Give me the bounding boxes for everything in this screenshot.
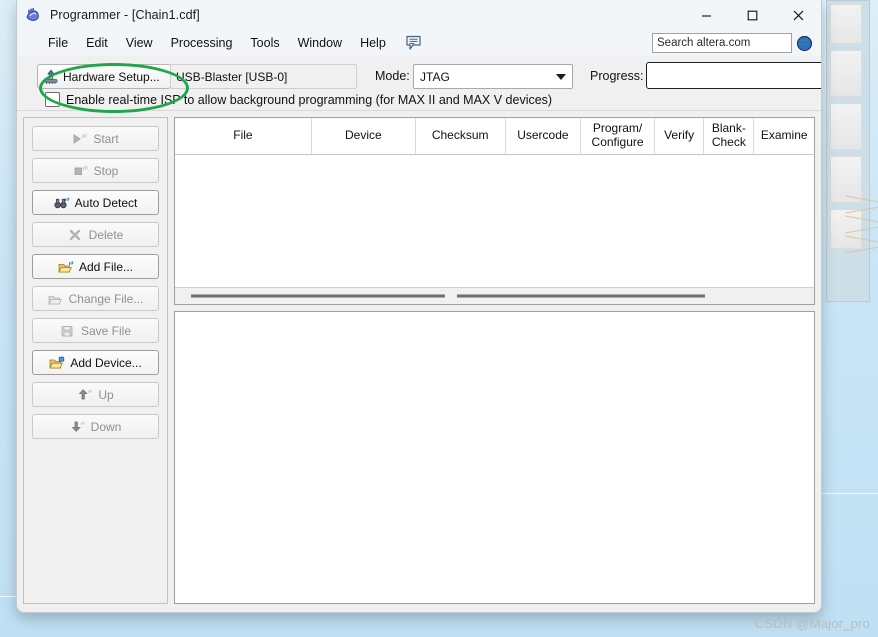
menu-item-view[interactable]: View: [117, 34, 162, 52]
change-file-label: Change File...: [68, 291, 144, 306]
realtime-isp-checkbox[interactable]: [45, 92, 60, 107]
add-file-icon: [58, 260, 74, 274]
column-header-examine[interactable]: Examine: [754, 118, 814, 154]
device-chain-table: File Device Checksum Usercode Program/ C…: [174, 117, 815, 305]
stop-button[interactable]: Stop: [32, 158, 159, 183]
background-panel: [830, 4, 862, 44]
stop-icon: [73, 164, 89, 178]
binoculars-icon: [54, 196, 70, 210]
background-panel: [830, 103, 862, 150]
delete-button[interactable]: Delete: [32, 222, 159, 247]
save-file-button[interactable]: Save File: [32, 318, 159, 343]
maximize-icon: [747, 10, 757, 20]
background-divider: [822, 493, 878, 494]
background-window: [826, 0, 870, 302]
search-input[interactable]: [652, 33, 792, 53]
hardware-setup-label: Hardware Setup...: [63, 69, 160, 84]
save-file-label: Save File: [80, 323, 132, 338]
message-log-panel[interactable]: [174, 311, 815, 604]
mode-dropdown[interactable]: JTAG: [413, 64, 573, 89]
hardware-device-icon: [43, 69, 59, 85]
mode-selected-value: JTAG: [420, 69, 450, 84]
window-controls: [683, 0, 821, 30]
hardware-value-field[interactable]: USB-Blaster [USB-0]: [170, 64, 357, 89]
maximize-button[interactable]: [729, 0, 775, 30]
add-device-icon: [49, 356, 65, 370]
window-body: Start Stop Auto Detect Delete Add File..…: [17, 111, 821, 612]
globe-icon[interactable]: [796, 35, 813, 52]
programmer-window: Programmer - [Chain1.cdf] File Edit View…: [16, 0, 822, 613]
arrow-up-icon: [77, 388, 93, 402]
arrow-down-icon: [70, 420, 86, 434]
column-header-blank-check[interactable]: Blank- Check: [704, 118, 755, 154]
speech-bubble-icon[interactable]: [405, 35, 423, 51]
column-header-checksum[interactable]: Checksum: [416, 118, 506, 154]
desktop-root: Programmer - [Chain1.cdf] File Edit View…: [0, 0, 878, 637]
hardware-toolbar: Hardware Setup... USB-Blaster [USB-0] Mo…: [17, 56, 821, 111]
save-disk-icon: [60, 324, 76, 338]
mode-label: Mode:: [375, 69, 410, 83]
background-divider: [0, 596, 16, 597]
add-file-button[interactable]: Add File...: [32, 254, 159, 279]
realtime-isp-row[interactable]: Enable real-time ISP to allow background…: [45, 92, 552, 107]
background-panel: [830, 50, 862, 97]
auto-detect-button[interactable]: Auto Detect: [32, 190, 159, 215]
progress-label: Progress:: [590, 69, 644, 83]
menu-item-help[interactable]: Help: [351, 34, 395, 52]
column-header-file[interactable]: File: [175, 118, 312, 154]
title-bar: Programmer - [Chain1.cdf]: [17, 0, 821, 30]
delete-x-icon: [68, 228, 84, 242]
hardware-setup-button[interactable]: Hardware Setup...: [37, 64, 171, 89]
scrollbar-segment-right: [457, 294, 705, 298]
window-title: Programmer - [Chain1.cdf]: [50, 8, 200, 22]
add-file-label: Add File...: [78, 259, 134, 274]
chevron-down-icon: [556, 73, 566, 80]
menu-item-window[interactable]: Window: [289, 34, 351, 52]
progress-bar: [646, 62, 821, 89]
move-down-label: Down: [90, 419, 122, 434]
stop-label: Stop: [93, 163, 119, 178]
change-file-button[interactable]: Change File...: [32, 286, 159, 311]
column-header-program-configure[interactable]: Program/ Configure: [581, 118, 655, 154]
background-hatch-lines: [845, 195, 878, 255]
minimize-icon: [701, 14, 711, 17]
scrollbar-segment-left: [191, 294, 445, 298]
menu-item-file[interactable]: File: [39, 34, 77, 52]
add-device-button[interactable]: Add Device...: [32, 350, 159, 375]
move-down-button[interactable]: Down: [32, 414, 159, 439]
delete-label: Delete: [88, 227, 124, 242]
action-sidebar: Start Stop Auto Detect Delete Add File..…: [23, 117, 168, 604]
realtime-isp-label: Enable real-time ISP to allow background…: [66, 92, 553, 107]
hardware-value-text: USB-Blaster [USB-0]: [176, 69, 288, 84]
start-button[interactable]: Start: [32, 126, 159, 151]
column-header-usercode[interactable]: Usercode: [506, 118, 582, 154]
column-header-device[interactable]: Device: [312, 118, 416, 154]
move-up-label: Up: [98, 387, 114, 402]
watermark-text: CSDN @Major_pro: [754, 616, 870, 631]
menu-item-processing[interactable]: Processing: [162, 34, 242, 52]
change-file-icon: [47, 292, 64, 306]
menu-item-tools[interactable]: Tools: [241, 34, 288, 52]
menu-item-edit[interactable]: Edit: [77, 34, 117, 52]
close-icon: [793, 10, 803, 20]
move-up-button[interactable]: Up: [32, 382, 159, 407]
quartus-programmer-icon: [25, 6, 43, 24]
table-horizontal-scrollbar[interactable]: [175, 287, 814, 304]
add-device-label: Add Device...: [70, 355, 142, 370]
table-body[interactable]: [175, 155, 814, 287]
minimize-button[interactable]: [683, 0, 729, 30]
search-area: [652, 33, 813, 53]
table-header-row: File Device Checksum Usercode Program/ C…: [175, 118, 814, 155]
column-header-verify[interactable]: Verify: [655, 118, 705, 154]
start-label: Start: [93, 131, 119, 146]
main-content: File Device Checksum Usercode Program/ C…: [174, 117, 815, 604]
menu-bar: File Edit View Processing Tools Window H…: [17, 30, 821, 56]
play-icon: [72, 132, 88, 146]
close-button[interactable]: [775, 0, 821, 30]
auto-detect-label: Auto Detect: [74, 195, 138, 210]
